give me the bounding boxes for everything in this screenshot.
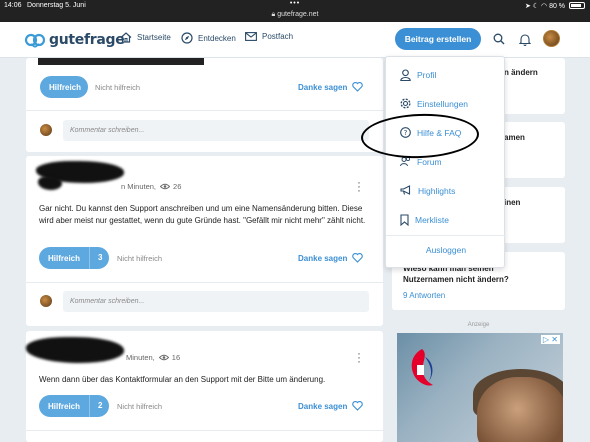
megaphone-icon bbox=[400, 185, 411, 195]
address-bar[interactable]: 🔒︎ gutefrage.net bbox=[0, 11, 590, 19]
menu-item-merkliste[interactable]: Merkliste bbox=[400, 214, 449, 226]
helpful-button[interactable]: Hilfreich 3 bbox=[39, 247, 110, 269]
answer-time: n Minuten, bbox=[121, 182, 157, 191]
ad-brand-logo-icon bbox=[411, 349, 433, 386]
menu-item-einstellungen[interactable]: Einstellungen bbox=[400, 98, 468, 109]
bell-icon[interactable] bbox=[519, 33, 531, 46]
ad-photo bbox=[477, 377, 563, 442]
multitask-dots[interactable]: ••• bbox=[0, 0, 590, 7]
thanks-button[interactable]: Danke sagen bbox=[298, 401, 364, 411]
related-question-title: inen bbox=[504, 198, 521, 207]
comment-avatar bbox=[40, 124, 52, 136]
battery-icon bbox=[569, 2, 585, 9]
heart-icon bbox=[352, 253, 364, 263]
location-icon: ➤ bbox=[524, 3, 531, 10]
heart-icon bbox=[352, 401, 364, 411]
create-post-button[interactable]: Beitrag erstellen bbox=[395, 28, 481, 50]
status-bar: 14:06 Donnerstag 5. Juni ••• 🔒︎ gutefrag… bbox=[0, 0, 590, 22]
answer-image bbox=[38, 58, 204, 65]
menu-item-label: Merkliste bbox=[415, 215, 450, 225]
menu-divider bbox=[386, 235, 506, 236]
logout-button[interactable]: Ausloggen bbox=[386, 245, 506, 255]
logo-icon bbox=[25, 33, 45, 48]
redacted-avatar bbox=[38, 176, 62, 190]
logo[interactable]: gutefrage bbox=[25, 31, 125, 49]
ad-label: Anzeige bbox=[467, 322, 490, 328]
not-helpful-button[interactable]: Nicht hilfreich bbox=[117, 402, 162, 411]
helpful-label: Hilfreich bbox=[48, 401, 81, 411]
compass-icon bbox=[181, 32, 193, 44]
related-question-answers[interactable]: 9 Antworten bbox=[403, 291, 445, 300]
heart-icon bbox=[352, 82, 364, 92]
menu-item-label: Highlights bbox=[418, 185, 456, 196]
menu-item-highlights[interactable]: Highlights bbox=[400, 185, 455, 196]
answer-card: n Minuten, 26 · · · Gar nicht. Du kannst d… bbox=[26, 156, 383, 326]
logo-text: gutefrage bbox=[49, 32, 125, 48]
menu-item-label: Einstellungen bbox=[417, 98, 469, 109]
thanks-label: Danke sagen bbox=[298, 253, 348, 263]
battery-percent: 80 % bbox=[549, 3, 566, 10]
menu-item-profil[interactable]: Profil bbox=[400, 69, 436, 81]
nav-entdecken[interactable]: Entdecken bbox=[181, 32, 236, 44]
more-options-icon[interactable]: · · · bbox=[356, 176, 362, 196]
user-icon bbox=[400, 69, 411, 81]
answer-card: Minuten, 16 · · · Wenn dann über das Konta… bbox=[26, 331, 383, 442]
mail-icon bbox=[245, 32, 257, 41]
comment-input[interactable]: Kommentar schreiben... bbox=[63, 291, 369, 312]
not-helpful-button[interactable]: Nicht hilfreich bbox=[95, 83, 140, 92]
helpful-button[interactable]: Hilfreich bbox=[40, 76, 88, 98]
more-options-icon[interactable]: · · · bbox=[356, 347, 362, 367]
related-question-title: amen bbox=[504, 133, 525, 142]
nav-entdecken-label: Entdecken bbox=[198, 33, 236, 43]
bookmark-icon bbox=[400, 214, 409, 226]
answer-time: Minuten, bbox=[126, 353, 155, 362]
answer-views: 26 bbox=[173, 182, 182, 191]
answer-card: Hilfreich Nicht hilfreich Danke sagen Ko… bbox=[26, 58, 383, 152]
nav-postfach[interactable]: Postfach bbox=[245, 32, 293, 41]
thanks-label: Danke sagen bbox=[298, 401, 348, 411]
home-icon bbox=[120, 32, 132, 43]
status-indicators: ➤ ☾ ◠ 80 % bbox=[525, 2, 585, 10]
nav-postfach-label: Postfach bbox=[262, 32, 294, 41]
url-text: gutefrage.net bbox=[277, 11, 319, 18]
helpful-count: 3 bbox=[89, 247, 109, 269]
eye-icon bbox=[160, 183, 171, 190]
advertisement[interactable]: ▷ ✕ bbox=[397, 333, 563, 442]
lock-icon: 🔒︎ bbox=[271, 11, 276, 18]
comment-avatar bbox=[40, 295, 52, 307]
user-avatar[interactable] bbox=[543, 30, 560, 47]
search-icon[interactable] bbox=[493, 33, 505, 45]
eye-icon bbox=[158, 354, 169, 361]
answer-text: Wenn dann über das Kontaktformular an de… bbox=[39, 375, 326, 384]
nav-startseite[interactable]: Startseite bbox=[120, 32, 171, 43]
answer-meta: n Minuten, 26 bbox=[121, 182, 181, 191]
helpful-label: Hilfreich bbox=[49, 82, 82, 92]
answer-meta: Minuten, 16 bbox=[126, 353, 180, 362]
menu-item-label: Forum bbox=[417, 156, 442, 167]
moon-icon: ☾ bbox=[532, 3, 540, 10]
profile-dropdown-menu: Profil Einstellungen ? Hilfe & FAQ Forum… bbox=[385, 56, 506, 268]
related-question-title: n ändern bbox=[504, 68, 538, 77]
helpful-label: Hilfreich bbox=[48, 253, 81, 263]
answer-text: Gar nicht. Du kannst den Support anschre… bbox=[39, 204, 366, 225]
helpful-count: 2 bbox=[89, 395, 109, 417]
redacted-username bbox=[26, 337, 124, 363]
ad-close-button[interactable]: ▷ ✕ bbox=[540, 335, 560, 344]
not-helpful-button[interactable]: Nicht hilfreich bbox=[117, 254, 162, 263]
thanks-button[interactable]: Danke sagen bbox=[298, 253, 364, 263]
answer-views: 16 bbox=[171, 353, 181, 362]
comment-input[interactable]: Kommentar schreiben... bbox=[63, 120, 369, 141]
wifi-icon: ◠ bbox=[541, 3, 548, 10]
divider bbox=[26, 110, 383, 111]
gear-icon bbox=[400, 98, 411, 109]
divider bbox=[26, 282, 383, 283]
thanks-button[interactable]: Danke sagen bbox=[298, 82, 364, 92]
divider bbox=[26, 430, 383, 431]
menu-item-label: Profil bbox=[417, 70, 437, 80]
thanks-label: Danke sagen bbox=[298, 82, 348, 92]
nav-startseite-label: Startseite bbox=[137, 33, 171, 42]
helpful-button[interactable]: Hilfreich 2 bbox=[39, 395, 110, 417]
